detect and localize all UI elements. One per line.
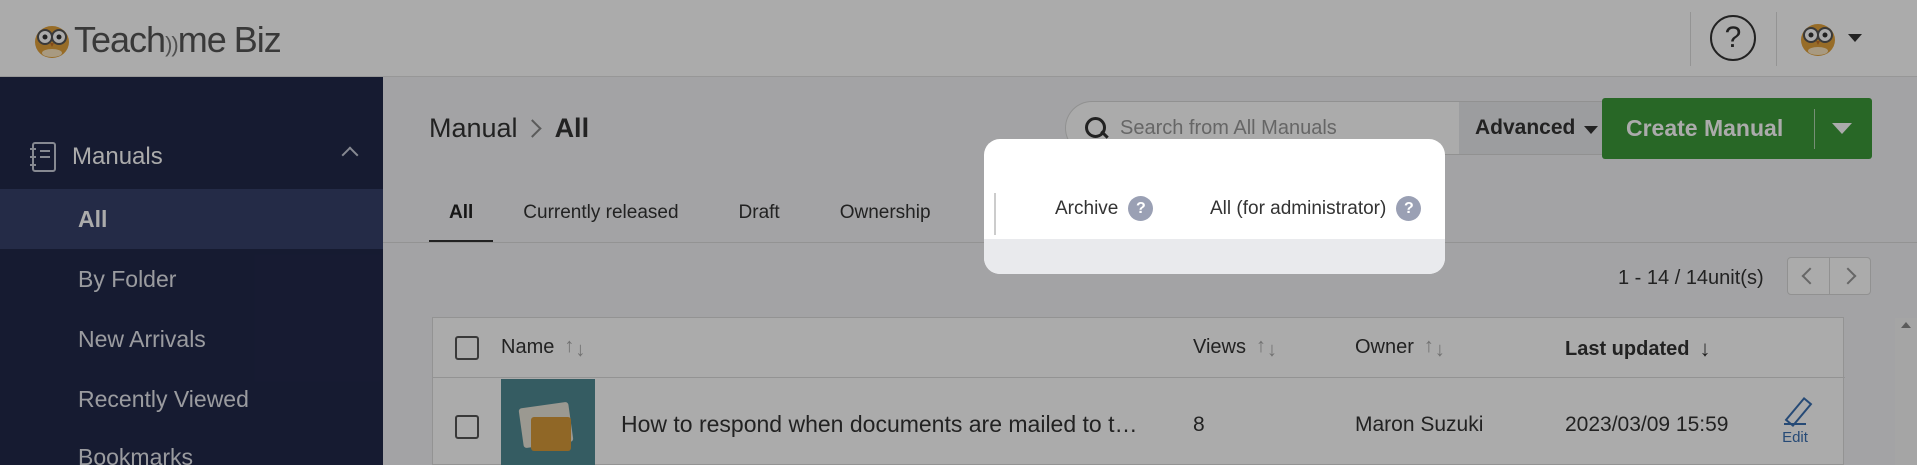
tab-all-admin-label: All (for administrator) <box>1210 197 1387 219</box>
popup-footer <box>984 239 1445 274</box>
help-question-icon[interactable]: ? <box>1128 196 1154 221</box>
tab-archive[interactable]: Archive ? <box>1055 196 1154 221</box>
tab-archive-label: Archive <box>1055 197 1119 219</box>
more-tabs-popup: Archive ? All (for administrator) ? <box>984 139 1445 274</box>
popup-divider <box>994 193 996 235</box>
tab-all-for-administrator[interactable]: All (for administrator) ? <box>1210 196 1422 221</box>
modal-overlay[interactable] <box>0 0 1917 465</box>
help-question-icon[interactable]: ? <box>1396 196 1422 221</box>
